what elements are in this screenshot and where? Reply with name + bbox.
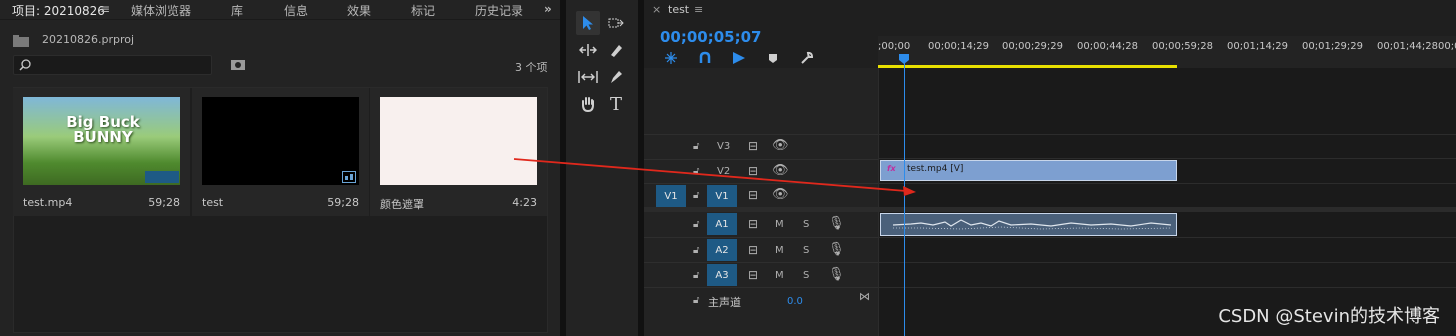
annotation-arrow: [513, 158, 916, 196]
watermark: CSDN @Stevin的技术博客: [1218, 306, 1440, 327]
